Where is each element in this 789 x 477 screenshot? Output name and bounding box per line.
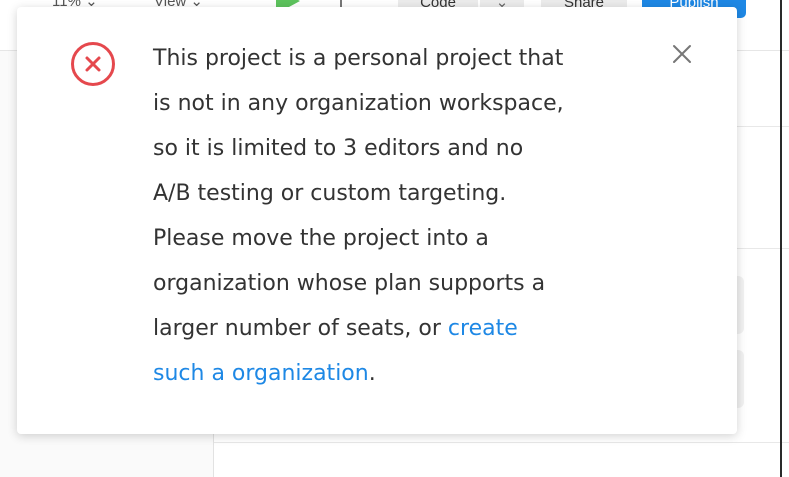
window-edge xyxy=(780,0,782,477)
app-window: 11% ⌄ View ⌄ Code ⌄ Share Publish This p… xyxy=(0,0,789,477)
message-line: such a organization. xyxy=(153,351,673,396)
error-dialog: This project is a personal project that … xyxy=(17,7,737,434)
message-line: This project is a personal project that xyxy=(153,46,564,71)
create-organization-link[interactable]: create xyxy=(448,316,518,341)
message-line: organization whose plan supports a xyxy=(153,271,546,296)
dialog-message: This project is a personal project that … xyxy=(153,36,673,396)
message-line: A/B testing or custom targeting. xyxy=(153,181,507,206)
message-line: Please move the project into a xyxy=(153,226,489,251)
create-organization-link-continued[interactable]: such a organization xyxy=(153,361,369,386)
message-line: larger number of seats, or create xyxy=(153,306,673,351)
error-circle-x-icon xyxy=(71,42,115,86)
message-line: is not in any organization workspace, xyxy=(153,91,564,116)
message-text: larger number of seats, or xyxy=(153,316,448,341)
message-line: so it is limited to 3 editors and no xyxy=(153,136,524,161)
panel-divider xyxy=(214,442,789,443)
message-period: . xyxy=(368,361,376,386)
